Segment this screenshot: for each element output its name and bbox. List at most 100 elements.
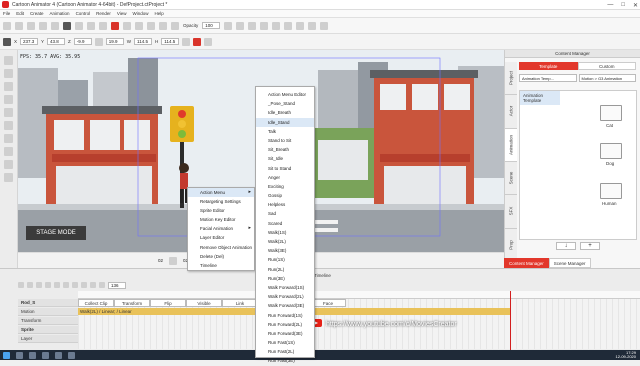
width-field[interactable]: 114.5 [134,38,153,45]
track-sprite[interactable]: Sprite [18,326,78,334]
header-visible[interactable]: Visible [186,299,222,307]
header-link[interactable]: Link [222,299,258,307]
menu-help[interactable]: Help [155,11,164,16]
menu-window[interactable]: Window [133,11,149,16]
mask-icon[interactable] [296,21,305,30]
header-transform[interactable]: Transform [114,299,150,307]
x-field[interactable]: 237.3 [20,38,39,45]
save-icon[interactable] [27,21,35,30]
menu-item-motion-key-editor[interactable]: Motion Key Editor [188,215,254,224]
search-taskbar-icon[interactable] [16,351,23,359]
track-actor-name[interactable]: Rod_S [18,299,78,307]
tab-content-manager[interactable]: Content Manager [504,258,549,268]
side-tab-project[interactable]: Project [505,62,517,96]
layer-icon[interactable] [308,21,317,30]
stage-mode-button[interactable]: STAGE MODE [26,226,86,240]
move-tool-icon[interactable] [99,21,107,30]
browser-taskbar-icon[interactable] [55,351,62,359]
tl-filter-icon[interactable] [72,282,78,288]
action-item[interactable]: Helpless [256,200,314,209]
side-tab-prop[interactable]: Prop [505,228,517,262]
tab-scene-manager[interactable]: Scene Manager [548,258,591,268]
effects-icon[interactable] [320,21,329,30]
action-item[interactable]: Run(1S) [256,255,314,264]
select-tool-icon[interactable] [87,21,95,30]
folder-cat-icon[interactable] [600,105,622,121]
side-tab-scene[interactable]: Scene [505,161,517,196]
action-item[interactable]: Walk(1S) [256,228,314,237]
action-item[interactable]: Run Fast(3E) [256,356,314,365]
safe-frame-icon[interactable] [4,147,13,156]
rotation-field[interactable]: 19.9 [105,38,124,45]
lock-icon[interactable] [284,21,293,30]
transform-icon[interactable] [135,21,143,30]
maximize-button[interactable]: □ [621,2,625,8]
import-icon[interactable] [39,21,47,30]
menu-item-sprite-editor[interactable]: Sprite Editor [188,206,254,215]
task-view-icon[interactable] [29,351,36,359]
bone-editor-icon[interactable] [171,21,179,30]
side-tab-actor[interactable]: Actor [505,95,517,129]
zoom-tool-icon[interactable] [4,69,13,78]
header-face[interactable]: Face [310,299,346,307]
action-item[interactable]: Run(3E) [256,274,314,283]
track-motion[interactable]: Motion [18,308,78,316]
camera-icon[interactable] [123,21,131,30]
download-button[interactable]: ↓ [556,242,576,250]
fit-view-icon[interactable] [4,82,13,91]
rotate-view-icon[interactable] [4,95,13,104]
undo-icon[interactable] [63,21,71,30]
action-item[interactable]: Sad [256,209,314,218]
menu-item-layer-editor[interactable]: Layer Editor [188,233,254,242]
menu-file[interactable]: File [3,11,10,16]
menu-item-action-menu[interactable]: Action Menu ▸ [188,188,254,198]
flip-icon[interactable] [236,21,245,30]
y-field[interactable]: 43.8 [47,38,66,45]
action-item[interactable]: Walk(2L) [256,237,314,246]
action-item[interactable]: Scared [256,219,314,228]
menu-render[interactable]: Render [96,11,111,16]
new-project-icon[interactable] [3,21,11,30]
start-menu-icon[interactable] [3,351,10,359]
height-field[interactable]: 114.5 [161,38,180,45]
action-item[interactable]: Run Fast(2L) [256,347,314,356]
preview-icon[interactable] [4,121,13,130]
keyframe-icon[interactable] [193,37,202,46]
frame-field[interactable]: 136 [108,281,126,289]
object-select-icon[interactable] [3,37,11,46]
export-icon[interactable] [51,21,59,30]
menu-control[interactable]: Control [76,11,91,16]
group-icon[interactable] [260,21,269,30]
z-field[interactable]: -9.9 [73,38,92,45]
menu-animation[interactable]: Animation [50,11,70,16]
composer-icon[interactable] [147,21,155,30]
action-item[interactable]: Run Forward(1S) [256,311,314,320]
action-item[interactable]: Walk Forward(1S) [256,283,314,292]
side-tab-animation[interactable]: Animation [505,128,517,162]
track-transform[interactable]: Transform [18,317,78,325]
minimize-button[interactable]: — [607,2,613,8]
zoom-slider-handle[interactable] [169,256,178,265]
tl-prev-icon[interactable] [36,282,42,288]
action-item[interactable]: Idle_Breath [256,108,314,117]
action-item[interactable]: Walk Forward(2L) [256,292,314,301]
track-layer[interactable]: Layer [18,335,78,343]
action-item[interactable]: Sit to Stand [256,164,314,173]
menu-item-facial-animation[interactable]: Facial Animation ▸ [188,224,254,233]
category-dropdown[interactable]: Animation Temp... [519,74,577,82]
action-item[interactable]: Exciting [256,182,314,191]
tab-custom[interactable]: Custom [577,62,636,70]
menu-item-delete[interactable]: Delete (Del) [188,252,254,261]
redo-icon[interactable] [75,21,83,30]
sprite-editor-icon[interactable] [159,21,167,30]
link-icon[interactable] [272,21,281,30]
tl-key-icon[interactable] [63,282,69,288]
action-item[interactable]: _Pose_Stand [256,99,314,108]
action-item[interactable]: Action Menu Editor [256,90,314,99]
align-icon[interactable] [248,21,257,30]
close-button[interactable]: ✕ [633,2,638,9]
header-collect-clip[interactable]: Collect Clip [78,299,114,307]
timeline-playhead[interactable] [510,291,511,351]
opacity-dropdown-icon[interactable] [224,21,233,30]
tl-layer-icon[interactable] [81,282,87,288]
